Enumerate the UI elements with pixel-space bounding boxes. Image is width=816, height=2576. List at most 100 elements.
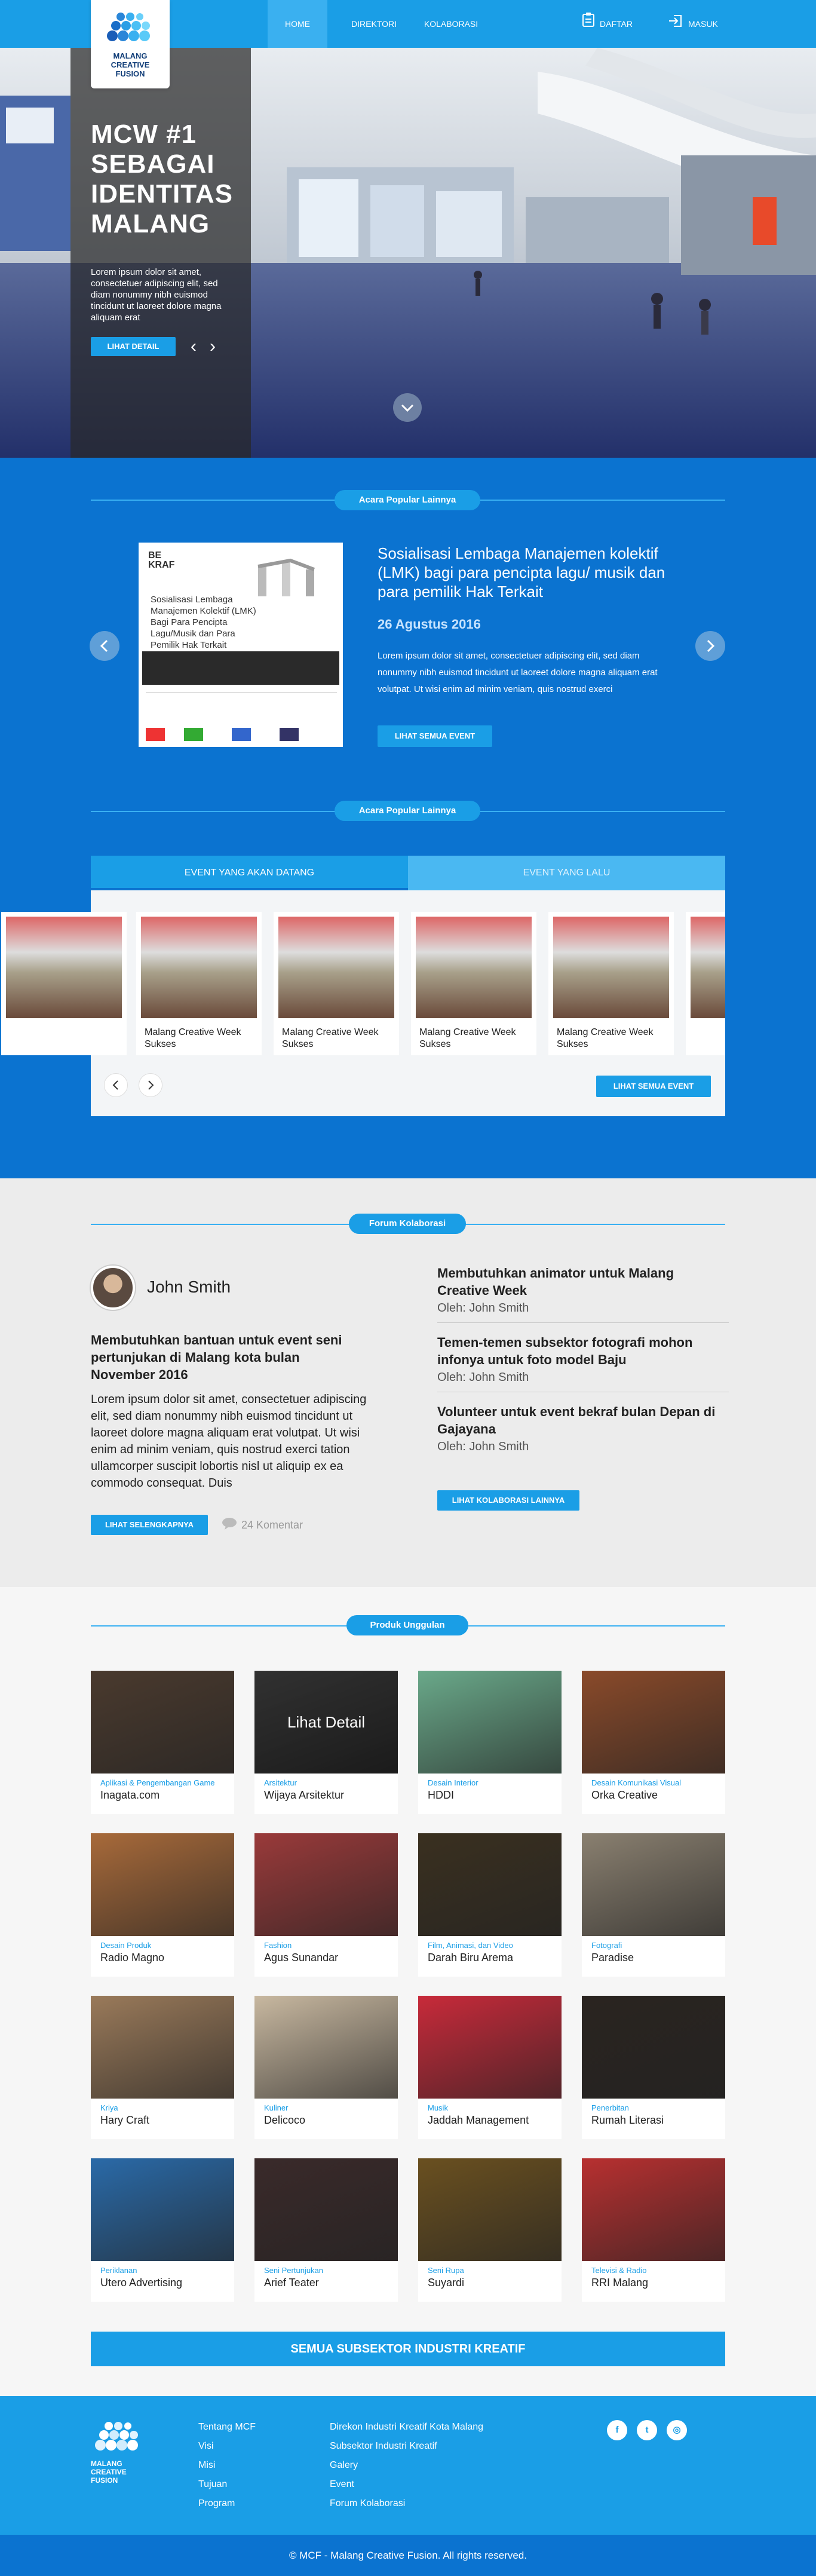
avatar[interactable]	[91, 1266, 135, 1310]
all-subsectors-button[interactable]: SEMUA SUBSEKTOR INDUSTRI KREATIF	[91, 2332, 725, 2366]
forum-author-name[interactable]: John Smith	[147, 1278, 231, 1297]
product-category[interactable]: Seni Rupa	[428, 2266, 464, 2275]
product-card[interactable]: Musik Jaddah Management	[418, 1996, 562, 2139]
nav-direktori[interactable]: DIREKTORI	[346, 0, 401, 48]
tab-past-events[interactable]: EVENT YANG LALU	[408, 856, 725, 890]
list-item[interactable]: Volunteer untuk event bekraf bulan Depan…	[437, 1401, 729, 1461]
product-card[interactable]: Lihat Detail Arsitektur Wijaya Arsitektur	[254, 1671, 398, 1814]
list-item[interactable]: Temen-temen subsektor fotografi mohon in…	[437, 1331, 729, 1392]
footer-link[interactable]: Tujuan	[198, 2475, 256, 2494]
product-category[interactable]: Periklanan	[100, 2266, 137, 2275]
event-card[interactable]: Malang Creative Week Sukses	[136, 912, 262, 1055]
footer-link[interactable]: Visi	[198, 2437, 256, 2456]
product-name[interactable]: Agus Sunandar	[264, 1952, 338, 1964]
footer-link[interactable]: Galery	[330, 2456, 483, 2475]
all-events-button[interactable]: LIHAT SEMUA EVENT	[378, 725, 492, 747]
product-name[interactable]: Paradise	[591, 1952, 634, 1964]
product-name[interactable]: Arief Teater	[264, 2277, 319, 2289]
product-card[interactable]: Desain Interior HDDI	[418, 1671, 562, 1814]
instagram-icon[interactable]: ◎	[667, 2420, 687, 2440]
facebook-icon[interactable]: f	[607, 2420, 627, 2440]
hero-prev-arrow-icon[interactable]: ‹	[188, 338, 200, 356]
product-category[interactable]: Fotografi	[591, 1941, 622, 1950]
hero-next-arrow-icon[interactable]: ›	[207, 338, 219, 356]
register-link[interactable]: DAFTAR	[582, 0, 649, 48]
featured-prev-button[interactable]	[90, 631, 119, 661]
nav-home[interactable]: HOME	[268, 0, 327, 48]
event-card[interactable]: Malang Creative Week Sukses	[274, 912, 399, 1055]
product-name[interactable]: Hary Craft	[100, 2114, 149, 2127]
product-category[interactable]: Kriya	[100, 2103, 118, 2112]
product-card[interactable]: Kuliner Delicoco	[254, 1996, 398, 2139]
product-category[interactable]: Fashion	[264, 1941, 292, 1950]
product-category[interactable]: Televisi & Radio	[591, 2266, 647, 2275]
event-card[interactable]: Malang Creative Week Sukses	[548, 912, 674, 1055]
product-card[interactable]: Film, Animasi, dan Video Darah Biru Arema	[418, 1833, 562, 1977]
product-category[interactable]: Musik	[428, 2103, 448, 2112]
product-name[interactable]: Delicoco	[264, 2114, 305, 2127]
events-next-button[interactable]	[139, 1073, 162, 1097]
product-card[interactable]: Periklanan Utero Advertising	[91, 2158, 234, 2302]
product-card[interactable]: Televisi & Radio RRI Malang	[582, 2158, 725, 2302]
product-card[interactable]: Kriya Hary Craft	[91, 1996, 234, 2139]
product-name[interactable]: Rumah Literasi	[591, 2114, 664, 2127]
product-name[interactable]: Orka Creative	[591, 1789, 658, 1802]
event-card-partial[interactable]	[1, 912, 127, 1055]
login-link[interactable]: MASUK	[668, 0, 734, 48]
events-prev-button[interactable]	[104, 1073, 128, 1097]
event-card[interactable]: Malang Creative Week Sukses	[411, 912, 536, 1055]
more-collaboration-button[interactable]: LIHAT KOLABORASI LAINNYA	[437, 1490, 579, 1511]
product-name[interactable]: Utero Advertising	[100, 2277, 182, 2289]
hero-detail-button[interactable]: LIHAT DETAIL	[91, 337, 176, 356]
footer-link[interactable]: Event	[330, 2475, 483, 2494]
product-category[interactable]: Desain Komunikasi Visual	[591, 1778, 681, 1787]
product-name[interactable]: Jaddah Management	[428, 2114, 529, 2127]
product-category[interactable]: Penerbitan	[591, 2103, 629, 2112]
product-image	[91, 1833, 234, 1936]
footer-link[interactable]: Forum Kolaborasi	[330, 2494, 483, 2513]
event-poster[interactable]: BE KRAF Sosialisasi Lembaga Manajemen Ko…	[139, 543, 343, 747]
footer-link[interactable]: Direkon Industri Kreatif Kota Malang	[330, 2418, 483, 2437]
product-category[interactable]: Desain Interior	[428, 1778, 478, 1787]
product-card[interactable]: Desain Produk Radio Magno	[91, 1833, 234, 1977]
product-hover-overlay[interactable]: Lihat Detail	[254, 1671, 398, 1774]
product-name[interactable]: Darah Biru Arema	[428, 1952, 513, 1964]
footer-link[interactable]: Program	[198, 2494, 256, 2513]
tab-upcoming-events[interactable]: EVENT YANG AKAN DATANG	[91, 856, 408, 890]
product-name[interactable]: Suyardi	[428, 2277, 464, 2289]
twitter-icon[interactable]: t	[637, 2420, 657, 2440]
product-name[interactable]: HDDI	[428, 1789, 454, 1802]
product-card[interactable]: Seni Rupa Suyardi	[418, 2158, 562, 2302]
product-card[interactable]: Seni Pertunjukan Arief Teater	[254, 2158, 398, 2302]
product-category[interactable]: Kuliner	[264, 2103, 288, 2112]
product-card[interactable]: Fotografi Paradise	[582, 1833, 725, 1977]
product-category[interactable]: Seni Pertunjukan	[264, 2266, 323, 2275]
product-card[interactable]: Penerbitan Rumah Literasi	[582, 1996, 725, 2139]
footer-link[interactable]: Tentang MCF	[198, 2418, 256, 2437]
product-category[interactable]: Arsitektur	[264, 1778, 297, 1787]
event-card-image	[278, 917, 394, 1018]
footer-link[interactable]: Misi	[198, 2456, 256, 2475]
forum-post-title[interactable]: Membutuhkan bantuan untuk event seni per…	[91, 1331, 354, 1383]
brand-logo[interactable]: MALANG CREATIVE FUSION	[91, 0, 170, 88]
featured-event-title[interactable]: Sosialisasi Lembaga Manajemen kolektif (…	[378, 544, 688, 601]
scroll-down-button[interactable]	[393, 393, 422, 422]
product-card[interactable]: Aplikasi & Pengembangan Game Inagata.com	[91, 1671, 234, 1814]
product-name[interactable]: Radio Magno	[100, 1952, 164, 1964]
all-events-button-2[interactable]: LIHAT SEMUA EVENT	[596, 1076, 711, 1097]
event-card-partial[interactable]	[686, 912, 725, 1055]
comment-count[interactable]: 24 Komentar	[221, 1517, 303, 1534]
product-name[interactable]: Inagata.com	[100, 1789, 159, 1802]
product-name[interactable]: Wijaya Arsitektur	[264, 1789, 344, 1802]
featured-next-button[interactable]	[695, 631, 725, 661]
product-name[interactable]: RRI Malang	[591, 2277, 648, 2289]
product-category[interactable]: Desain Produk	[100, 1941, 151, 1950]
footer-link[interactable]: Subsektor Industri Kreatif	[330, 2437, 483, 2456]
read-more-button[interactable]: LIHAT SELENGKAPNYA	[91, 1515, 208, 1535]
product-card[interactable]: Fashion Agus Sunandar	[254, 1833, 398, 1977]
product-category[interactable]: Film, Animasi, dan Video	[428, 1941, 513, 1950]
product-card[interactable]: Desain Komunikasi Visual Orka Creative	[582, 1671, 725, 1814]
list-item[interactable]: Membutuhkan animator untuk Malang Creati…	[437, 1262, 729, 1323]
product-category[interactable]: Aplikasi & Pengembangan Game	[100, 1778, 215, 1787]
nav-kolaborasi[interactable]: KOLABORASI	[418, 0, 484, 48]
